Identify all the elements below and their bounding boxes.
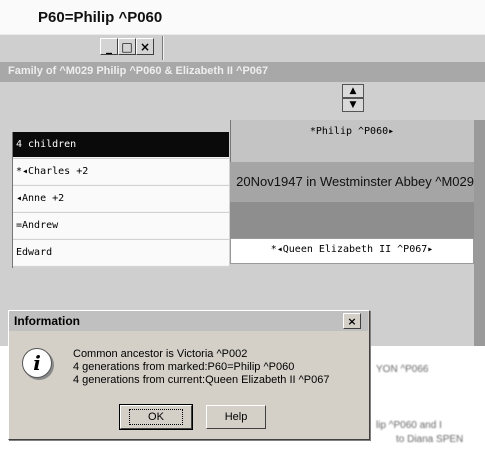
child-row-anne[interactable]: ◂Anne +2 (13, 186, 229, 212)
maximize-button[interactable]: □ (118, 38, 136, 55)
background-text: YON ^P066 (376, 364, 429, 375)
close-button[interactable]: × (136, 38, 154, 55)
background-text: to Diana SPEN (396, 434, 464, 445)
child-row-charles[interactable]: *◂Charles +2 (13, 159, 229, 185)
spin-down-button[interactable]: ▼ (342, 98, 364, 112)
father-name[interactable]: *Philip ^P060▸ (230, 126, 474, 137)
children-count-row[interactable]: 4 children (13, 132, 229, 158)
ok-button[interactable]: OK (119, 404, 193, 430)
ok-button-label: OK (129, 409, 183, 425)
dialog-title: Information (14, 314, 80, 328)
dialog-message-line: 4 generations from current:Queen Elizabe… (73, 374, 330, 386)
dialog-message-line: 4 generations from marked:P60=Philip ^P0… (73, 361, 295, 373)
window-title: P60=Philip ^P060 (38, 9, 163, 26)
window-controls: _ □ × (100, 38, 154, 58)
marriage-details: 20Nov1947 in Westminster Abbey ^M029 (236, 174, 474, 189)
dialog-close-button[interactable]: × (343, 313, 361, 329)
spacer-band (230, 202, 474, 238)
info-icon: i (22, 348, 52, 378)
family-header: Family of ^M029 Philip ^P060 & Elizabeth… (8, 65, 269, 77)
help-button[interactable]: Help (206, 405, 266, 429)
minimize-button[interactable]: _ (100, 38, 118, 55)
child-row-edward[interactable]: Edward (13, 240, 229, 266)
divider (163, 36, 164, 60)
right-scroll-edge[interactable] (474, 120, 485, 346)
dialog-message-line: Common ancestor is Victoria ^P002 (73, 348, 248, 360)
child-row-andrew[interactable]: =Andrew (13, 213, 229, 239)
mother-name[interactable]: *◂Queen Elizabeth II ^P067▸ (230, 244, 474, 255)
help-button-label: Help (224, 411, 248, 423)
background-text: lip ^P060 and I (376, 420, 442, 431)
spin-up-button[interactable]: ▲ (342, 84, 364, 98)
